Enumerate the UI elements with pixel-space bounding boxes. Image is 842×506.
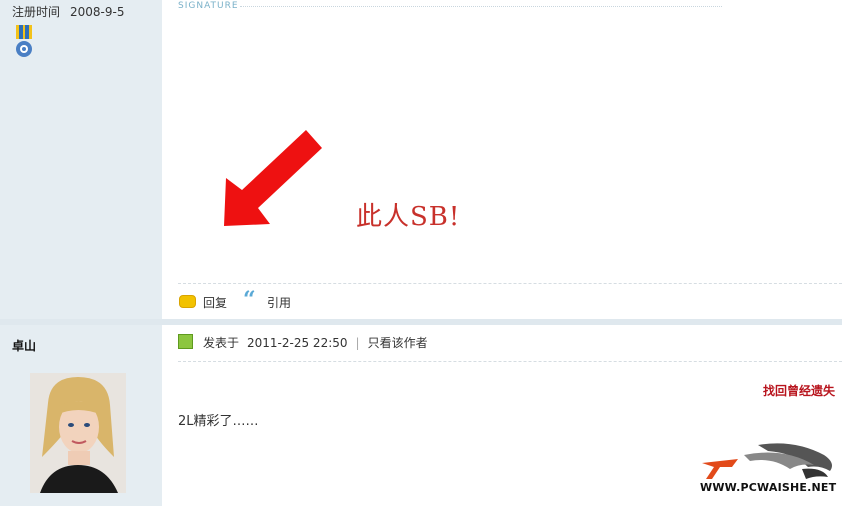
action-divider [178,283,842,284]
quote-icon[interactable]: “ [243,289,256,311]
quote-link[interactable]: 引用 [267,294,291,311]
red-arrow-image [224,130,322,226]
promo-link[interactable]: 找回曾经遗失 [763,382,842,399]
meta-separator: | [355,336,360,350]
registration-label: 注册时间 [12,5,61,19]
avatar[interactable] [30,373,126,493]
posted-label: 发表于 [203,336,240,350]
registration-date: 2008-9-5 [70,5,125,19]
username-link[interactable]: 卓山 [12,337,36,354]
author-only-link[interactable]: 只看该作者 [368,336,428,350]
medal-icon[interactable] [13,25,35,59]
signature-label: SIGNATURE [178,1,239,11]
post-header-divider [178,361,842,362]
signature-text: 此人SB! [356,202,461,232]
watermark-text: WWW.PCWAISHE.NET [700,481,837,494]
post-content: 2L精彩了…… [178,414,259,429]
reply-icon[interactable] [179,295,196,308]
registration-info: 注册时间 2008-9-5 [12,3,124,20]
reply-link[interactable]: 回复 [203,294,227,311]
signature-divider [240,6,722,7]
post-status-icon [178,334,193,349]
post-meta: 发表于 2011-2-25 22:50 | 只看该作者 [203,334,428,351]
post-date: 2011-2-25 22:50 [247,336,348,350]
